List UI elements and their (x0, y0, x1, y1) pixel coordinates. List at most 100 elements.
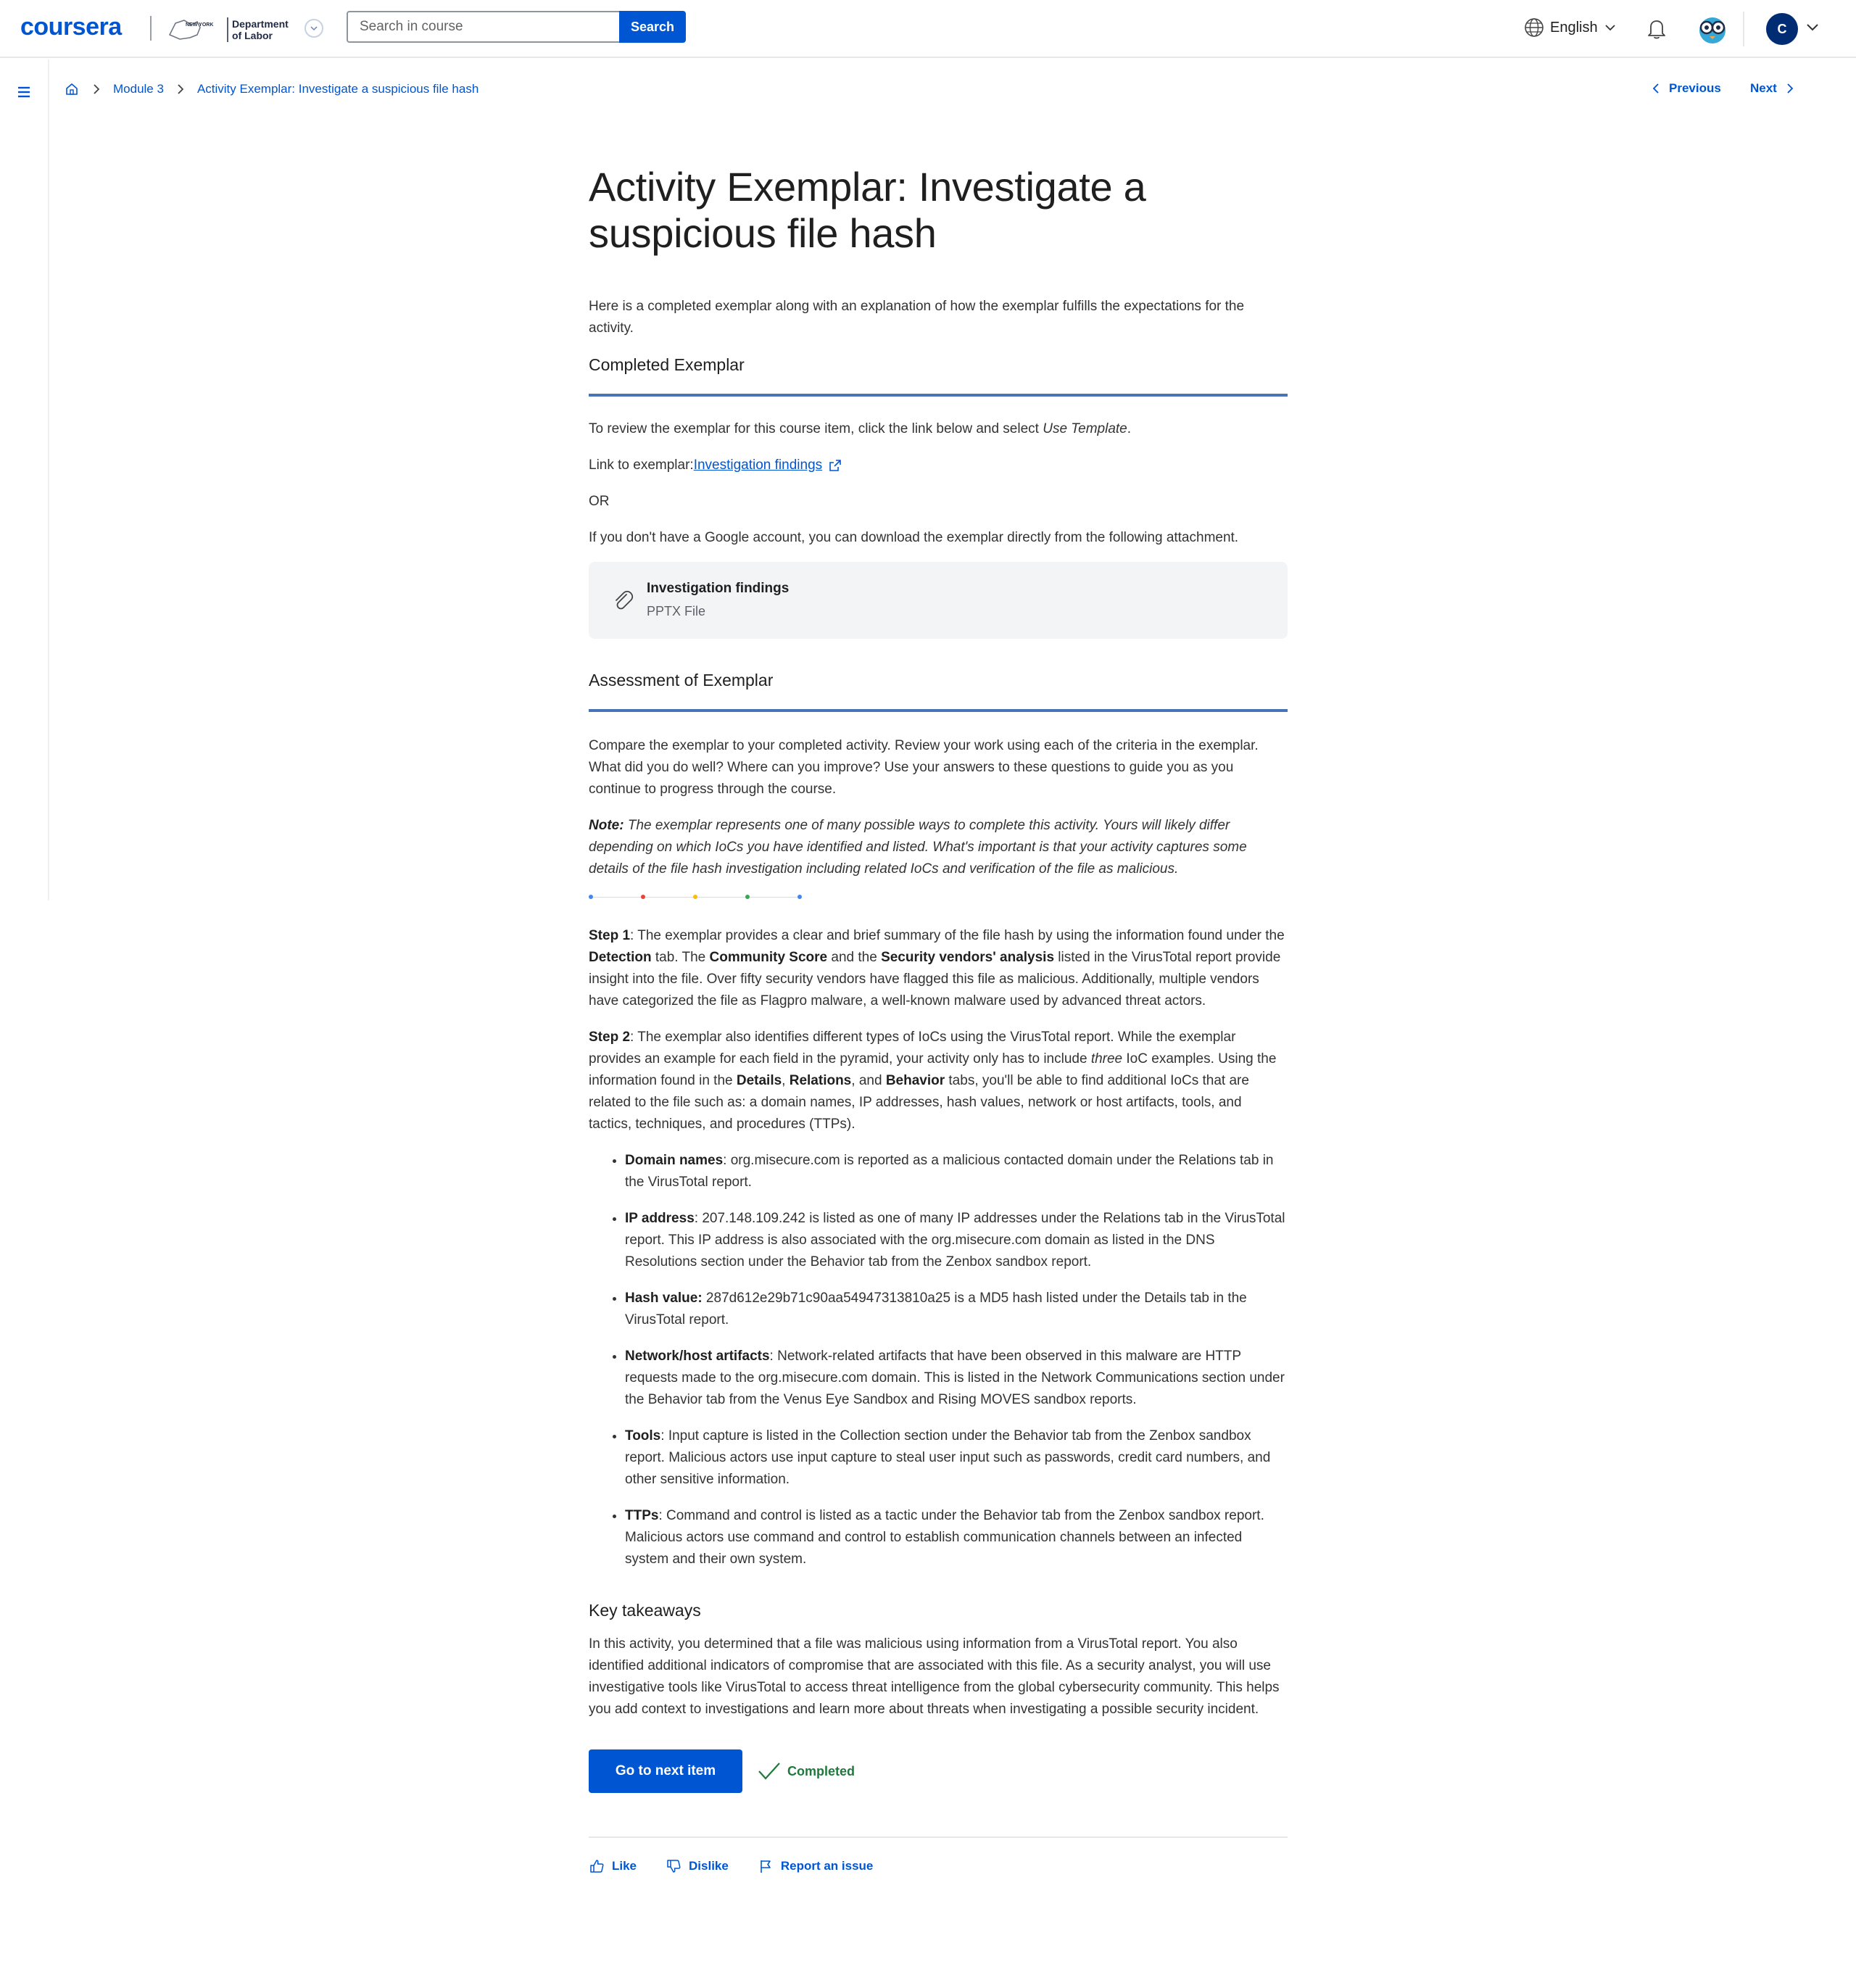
previous-label: Previous (1669, 81, 1721, 95)
thumbs-up-icon (590, 1860, 604, 1873)
ioc-label: Domain names (625, 1153, 724, 1168)
key-takeaways-heading: Key takeaways (589, 1601, 701, 1620)
next-button[interactable]: Next (1750, 81, 1796, 96)
review-instructions: To review the exemplar for this course i… (589, 421, 1132, 436)
security-vendors-term: Security vendors' analysis (881, 950, 1055, 965)
chevron-right-icon (1787, 83, 1794, 94)
step-2-text: Step 2: The exemplar also identifies dif… (589, 1027, 1288, 1135)
menu-icon[interactable] (16, 84, 32, 100)
feedback-actions: Like Dislike Report an issue (589, 1858, 1288, 1874)
user-avatar[interactable]: C (1766, 13, 1798, 45)
partner-dept-text: Department (232, 18, 289, 30)
partner-state-text: NEW YORK (186, 22, 213, 28)
divider-segment (645, 896, 693, 898)
note-text: Note: The exemplar represents one of man… (589, 815, 1288, 880)
step-text: and the (827, 950, 882, 965)
ioc-label: Hash value: (625, 1291, 703, 1306)
step-text: tab. The (651, 950, 710, 965)
investigation-findings-link[interactable]: Investigation findings (694, 455, 822, 476)
three-emphasis: three (1090, 1051, 1123, 1067)
dislike-button[interactable]: Dislike (666, 1858, 729, 1874)
nys-dol-logo[interactable]: NEW YORK Department of Labor (165, 13, 296, 45)
divider-segment (750, 896, 798, 898)
completed-label: Completed (787, 1763, 856, 1778)
section-divider (589, 394, 1288, 397)
ioc-text: 207.148.109.242 is listed as one of many… (625, 1211, 1285, 1270)
notifications-bell-icon[interactable] (1644, 16, 1669, 41)
ioc-label: Tools (625, 1428, 661, 1444)
page-title: Activity Exemplar: Investigate a suspici… (589, 164, 1146, 256)
chevron-down-icon[interactable] (1804, 19, 1821, 36)
step-text: , and (851, 1073, 886, 1088)
flag-icon (761, 1860, 771, 1873)
ioc-label: TTPs (625, 1508, 659, 1523)
language-selector[interactable]: English (1524, 17, 1617, 38)
list-item: Network/host artifacts: Network-related … (625, 1346, 1288, 1411)
list-item: Tools: Input capture is listed in the Co… (625, 1425, 1288, 1491)
note-body: The exemplar represents one of many poss… (589, 818, 1247, 877)
detection-tab-name: Detection (589, 950, 652, 965)
exemplar-link-row: Link to exemplar: Investigation findings (589, 455, 1288, 476)
attachment-type: PPTX File (647, 604, 706, 618)
completed-exemplar-heading: Completed Exemplar (589, 355, 745, 374)
like-button[interactable]: Like (589, 1858, 637, 1874)
completed-status: Completed (757, 1760, 855, 1782)
note-label: Note: (589, 818, 624, 833)
compare-text: Compare the exemplar to your completed a… (589, 738, 1259, 797)
chevron-right-icon (94, 84, 100, 94)
step-text: , (782, 1073, 790, 1088)
list-item: TTPs: Command and control is listed as a… (625, 1505, 1288, 1570)
attachment-card[interactable]: Investigation findings PPTX File (589, 562, 1288, 639)
header-divider (1743, 12, 1744, 46)
learning-assistant-icon[interactable] (1696, 13, 1728, 45)
thumbs-down-icon (667, 1860, 681, 1873)
main-content: Activity Exemplar: Investigate a suspici… (589, 164, 1288, 1874)
breadcrumb: Module 3 Activity Exemplar: Investigate … (64, 81, 478, 97)
relations-tab-name: Relations (789, 1073, 852, 1088)
chevron-down-icon (310, 26, 318, 31)
partner-labor-text: of Labor (232, 30, 273, 41)
step-1-text: Step 1: The exemplar provides a clear an… (589, 925, 1288, 1012)
partner-dropdown-button[interactable] (304, 19, 323, 38)
report-issue-label: Report an issue (780, 1859, 874, 1873)
ioc-label: IP address (625, 1211, 695, 1226)
intro-text: Here is a completed exemplar along with … (589, 299, 1245, 336)
ioc-text: Input capture is listed in the Collectio… (625, 1428, 1271, 1487)
assessment-heading: Assessment of Exemplar (589, 671, 774, 689)
ioc-text: 287d612e29b71c90aa54947313810a25 is a MD… (625, 1291, 1247, 1328)
course-search-input[interactable] (347, 11, 621, 43)
report-issue-button[interactable]: Report an issue (758, 1858, 874, 1874)
chevron-down-icon (1604, 25, 1615, 31)
use-template-text: Use Template (1043, 421, 1127, 436)
list-item: Domain names: org.misecure.com is report… (625, 1150, 1288, 1193)
search-button[interactable]: Search (619, 11, 686, 43)
paperclip-icon (616, 590, 634, 610)
list-item: IP address: 207.148.109.242 is listed as… (625, 1208, 1288, 1273)
dislike-label: Dislike (689, 1859, 729, 1873)
step-text: : The exemplar provides a clear and brie… (630, 928, 1285, 943)
details-tab-name: Details (736, 1073, 782, 1088)
completion-row: Go to next item Completed (589, 1749, 1288, 1793)
community-score-term: Community Score (709, 950, 828, 965)
breadcrumb-module[interactable]: Module 3 (113, 82, 164, 96)
decorative-dot-divider (589, 893, 1288, 900)
external-link-icon[interactable] (828, 458, 842, 473)
no-google-text: If you don't have a Google account, you … (589, 530, 1239, 545)
ioc-label: Network/host artifacts (625, 1349, 770, 1364)
chevron-right-icon (178, 84, 184, 94)
breadcrumb-current-item[interactable]: Activity Exemplar: Investigate a suspici… (197, 82, 478, 96)
footer-divider (589, 1836, 1288, 1838)
coursera-logo[interactable]: coursera (20, 13, 122, 41)
sidebar-divider (48, 59, 49, 900)
home-icon[interactable] (64, 81, 80, 97)
key-takeaways-text: In this activity, you determined that a … (589, 1636, 1280, 1717)
top-header: coursera NEW YORK Department of Labor Se… (0, 0, 1856, 58)
logo-divider (150, 16, 152, 41)
previous-button[interactable]: Previous (1650, 81, 1721, 96)
step-1-label: Step 1 (589, 928, 631, 943)
go-to-next-item-button[interactable]: Go to next item (589, 1749, 742, 1793)
section-divider (589, 709, 1288, 712)
review-text: To review the exemplar for this course i… (589, 421, 1043, 436)
like-label: Like (612, 1859, 637, 1873)
checkmark-icon (758, 1763, 780, 1780)
